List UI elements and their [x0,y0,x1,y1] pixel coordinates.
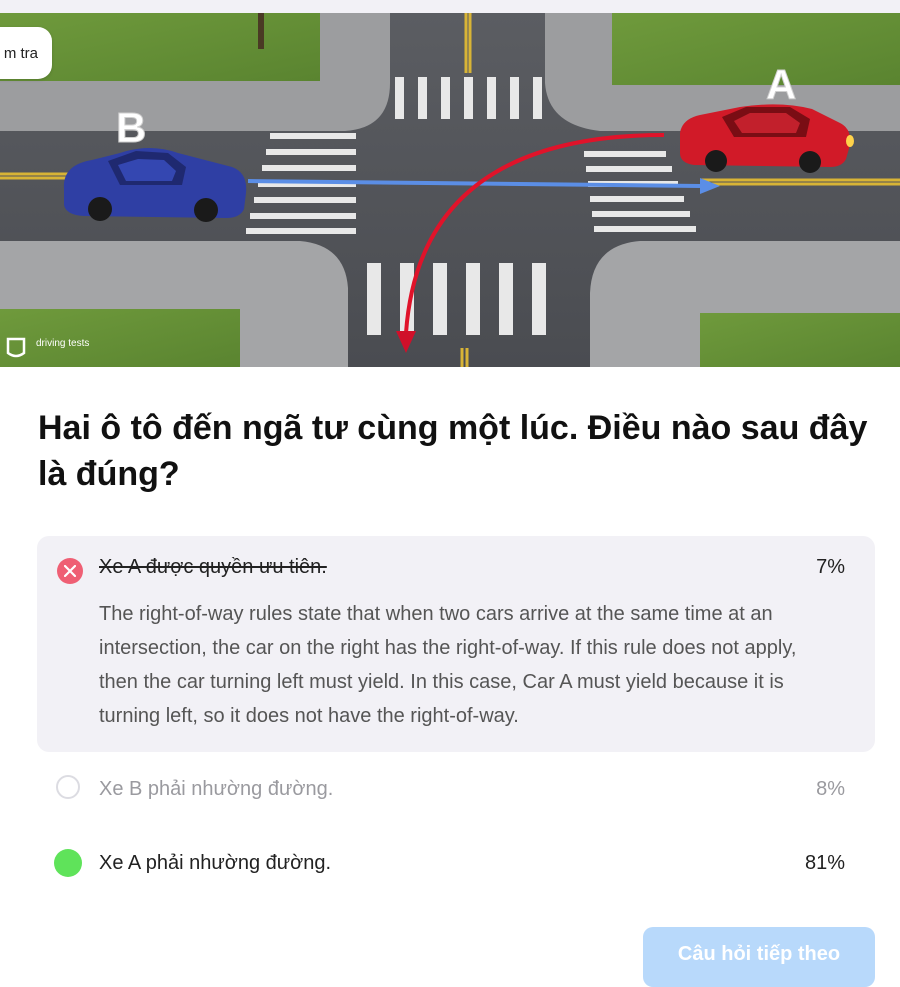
top-strip [0,0,900,13]
radio-correct-icon [54,849,82,877]
radio-empty-icon [56,775,80,799]
answer-list: Xe A được quyền ưu tiên. 7% The right-of… [37,536,875,900]
next-question-button[interactable]: Câu hỏi tiếp theo [643,927,875,987]
answer-option-1[interactable]: Xe A được quyền ưu tiên. 7% The right-of… [37,536,875,752]
answer-explanation: The right-of-way rules state that when t… [99,603,797,727]
check-button-label: m tra [3,44,38,62]
answer-option-2[interactable]: Xe B phải nhường đường. 8% [37,752,875,826]
watermark-text: driving tests [36,338,89,349]
answer-percent: 7% [816,556,845,578]
answer-option-3[interactable]: Xe A phải nhường đường. 81% [37,826,875,900]
car-a-label: A [766,61,796,108]
answer-row: Xe B phải nhường đường. 8% [99,778,845,801]
tree [258,13,264,49]
wrong-x-icon [57,558,83,584]
answer-text: Xe B phải nhường đường. [99,777,334,800]
answer-text: Xe A phải nhường đường. [99,851,332,874]
check-button[interactable]: m tra [0,27,52,79]
intersection-illustration: B A driving tests m tra [0,13,900,367]
answer-row: Xe A phải nhường đường. 81% [99,852,845,875]
answer-row: Xe A được quyền ưu tiên. 7% [99,556,845,579]
answer-percent: 8% [816,777,845,800]
answer-text: Xe A được quyền ưu tiên. [99,556,327,578]
car-b-label: B [116,104,146,151]
answer-percent: 81% [804,851,845,874]
question-text: Hai ô tô đến ngã tư cùng một lúc. Điều n… [38,409,868,493]
